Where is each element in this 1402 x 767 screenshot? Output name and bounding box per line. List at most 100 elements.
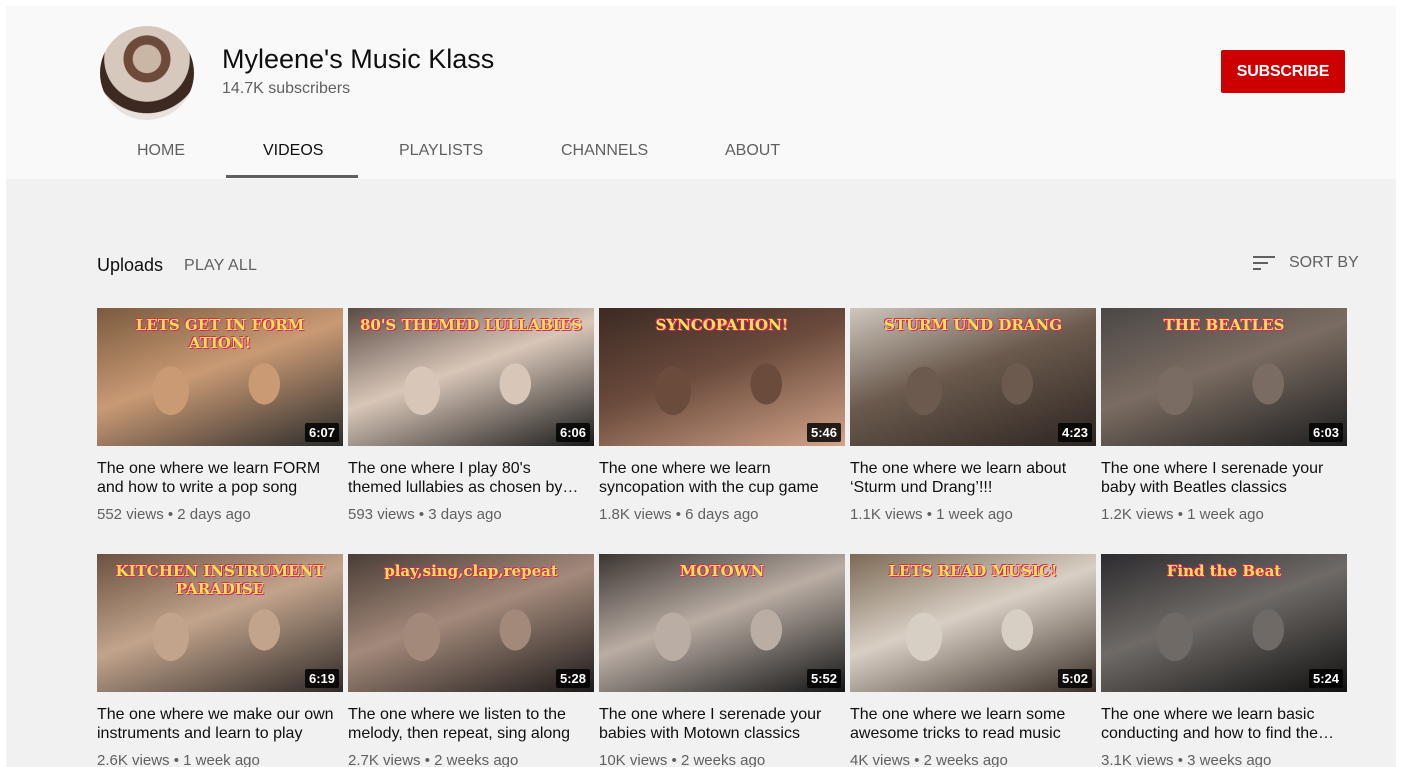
video-meta: 593 views • 3 days ago (348, 506, 594, 523)
thumbnail-overlay-text: MOTOWN (679, 562, 765, 580)
upload-age: 3 weeks ago (1187, 752, 1272, 767)
video-thumbnail[interactable]: LETS READ MUSIC! 5:02 (850, 554, 1096, 692)
meta-separator: • (1177, 752, 1188, 767)
video-title[interactable]: The one where I serenade your babies wit… (599, 705, 839, 743)
video-card[interactable]: 80'S THEMED LULLABIES 6:06 The one where… (348, 308, 594, 523)
view-count: 1.1K views (850, 506, 923, 523)
sort-icon (1253, 256, 1275, 270)
video-meta: 1.8K views • 6 days ago (599, 506, 845, 523)
video-thumbnail[interactable]: THE BEATLES 6:03 (1101, 308, 1347, 446)
meta-separator: • (671, 752, 681, 767)
video-card[interactable]: Find the Beat 5:24 The one where we lear… (1101, 554, 1347, 767)
thumbnail-overlay-text: KITCHEN INSTRUMENT PARADISE (115, 562, 325, 598)
view-count: 2.6K views (97, 752, 170, 767)
thumbnail-overlay-text: LETS READ MUSIC! (888, 562, 1058, 580)
tab-playlists[interactable]: PLAYLISTS (399, 142, 483, 160)
video-card[interactable]: LETS GET IN FORM ATION! 6:07 The one whe… (97, 308, 343, 523)
video-duration: 5:02 (1057, 669, 1092, 688)
video-card[interactable]: THE BEATLES 6:03 The one where I serenad… (1101, 308, 1347, 523)
sort-by-label: SORT BY (1289, 254, 1359, 271)
video-card[interactable]: KITCHEN INSTRUMENT PARADISE 6:19 The one… (97, 554, 343, 767)
meta-separator: • (675, 506, 686, 523)
video-card[interactable]: play,sing,clap,repeat 5:28 The one where… (348, 554, 594, 767)
upload-age: 2 days ago (177, 506, 251, 523)
video-title[interactable]: The one where we learn some awesome tric… (850, 705, 1090, 743)
video-title[interactable]: The one where we make our own instrument… (97, 705, 337, 743)
video-thumbnail[interactable]: KITCHEN INSTRUMENT PARADISE 6:19 (97, 554, 343, 692)
channel-name: Myleene's Music Klass (222, 44, 495, 74)
tab-about[interactable]: ABOUT (725, 142, 780, 160)
meta-separator: • (173, 752, 184, 767)
video-duration: 5:46 (806, 423, 841, 442)
video-thumbnail[interactable]: Find the Beat 5:24 (1101, 554, 1347, 692)
thumbnail-overlay-text: play,sing,clap,repeat (384, 562, 558, 580)
thumbnail-overlay-text: SYNCOPATION! (655, 316, 789, 334)
tab-videos[interactable]: VIDEOS (263, 142, 323, 160)
upload-age: 2 weeks ago (923, 752, 1008, 767)
subscribe-button[interactable]: SUBSCRIBE (1221, 50, 1345, 93)
video-duration: 6:06 (555, 423, 590, 442)
upload-age: 2 weeks ago (680, 752, 766, 767)
channel-page: Myleene's Music Klass 14.7K subscribers … (6, 6, 1396, 767)
thumbnail-overlay-text: LETS GET IN FORM ATION! (135, 316, 305, 352)
meta-separator: • (167, 506, 178, 523)
video-title[interactable]: The one where we listen to the melody, t… (348, 705, 588, 743)
meta-separator: • (424, 752, 435, 767)
video-meta: 3.1K views • 3 weeks ago (1101, 752, 1347, 767)
video-meta: 1.1K views • 1 week ago (850, 506, 1096, 523)
video-thumbnail[interactable]: LETS GET IN FORM ATION! 6:07 (97, 308, 343, 446)
view-count: 3.1K views (1101, 752, 1174, 767)
meta-separator: • (418, 506, 429, 523)
video-title[interactable]: The one where we learn about ‘Sturm und … (850, 459, 1090, 497)
channel-avatar[interactable] (100, 26, 194, 120)
play-all-button[interactable]: PLAY ALL (184, 257, 257, 275)
view-count: 1.8K views (599, 506, 672, 523)
video-meta: 1.2K views • 1 week ago (1101, 506, 1347, 523)
video-card[interactable]: LETS READ MUSIC! 5:02 The one where we l… (850, 554, 1096, 767)
video-card[interactable]: SYNCOPATION! 5:46 The one where we learn… (599, 308, 845, 523)
video-duration: 6:03 (1308, 423, 1343, 442)
view-count: 4K views (850, 752, 911, 767)
tab-channels[interactable]: CHANNELS (561, 142, 648, 160)
video-thumbnail[interactable]: play,sing,clap,repeat 5:28 (348, 554, 594, 692)
video-thumbnail[interactable]: MOTOWN 5:52 (599, 554, 845, 692)
view-count: 1.2K views (1101, 506, 1174, 523)
meta-separator: • (926, 506, 937, 523)
video-card[interactable]: MOTOWN 5:52 The one where I serenade you… (599, 554, 845, 767)
video-title[interactable]: The one where I serenade your baby with … (1101, 459, 1341, 497)
upload-age: 1 week ago (1187, 506, 1264, 523)
upload-age: 1 week ago (936, 506, 1013, 523)
section-title: Uploads (97, 255, 164, 275)
thumbnail-overlay-text: THE BEATLES (1163, 316, 1285, 334)
upload-age: 1 week ago (183, 752, 260, 767)
meta-separator: • (1177, 506, 1188, 523)
video-meta: 2.7K views • 2 weeks ago (348, 752, 594, 767)
video-thumbnail[interactable]: SYNCOPATION! 5:46 (599, 308, 845, 446)
video-title[interactable]: The one where we learn basic conducting … (1101, 705, 1341, 743)
video-card[interactable]: STURM UND DRANG 4:23 The one where we le… (850, 308, 1096, 523)
video-meta: 10K views • 2 weeks ago (599, 752, 845, 767)
tab-home[interactable]: HOME (137, 142, 185, 160)
thumbnail-overlay-text: Find the Beat (1166, 562, 1282, 580)
video-duration: 5:24 (1308, 669, 1343, 688)
thumbnail-overlay-text: 80'S THEMED LULLABIES (359, 316, 583, 334)
video-duration: 6:07 (304, 423, 339, 442)
view-count: 2.7K views (348, 752, 421, 767)
thumbnail-overlay-text: STURM UND DRANG (883, 316, 1063, 334)
sort-by-button[interactable]: SORT BY (1253, 254, 1359, 272)
video-thumbnail[interactable]: 80'S THEMED LULLABIES 6:06 (348, 308, 594, 446)
video-duration: 6:19 (304, 669, 339, 688)
video-thumbnail[interactable]: STURM UND DRANG 4:23 (850, 308, 1096, 446)
view-count: 593 views (348, 506, 415, 523)
subscriber-count: 14.7K subscribers (222, 80, 351, 97)
meta-separator: • (914, 752, 924, 767)
upload-age: 3 days ago (428, 506, 502, 523)
video-title[interactable]: The one where we learn FORM and how to w… (97, 459, 337, 497)
view-count: 552 views (97, 506, 164, 523)
video-duration: 5:28 (555, 669, 590, 688)
upload-age: 2 weeks ago (434, 752, 519, 767)
channel-header: Myleene's Music Klass 14.7K subscribers … (6, 6, 1396, 179)
view-count: 10K views (599, 752, 668, 767)
video-title[interactable]: The one where I play 80's themed lullabi… (348, 459, 588, 497)
video-title[interactable]: The one where we learn syncopation with … (599, 459, 839, 497)
